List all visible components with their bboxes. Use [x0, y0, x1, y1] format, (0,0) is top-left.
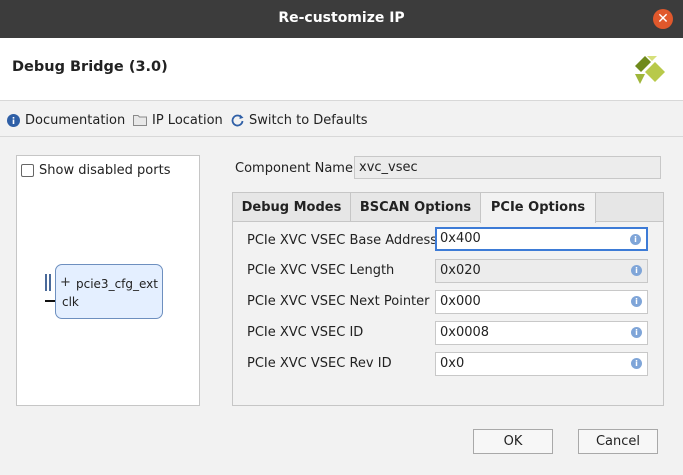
param-value: 0x400	[440, 231, 481, 246]
window-title: Re-customize IP	[278, 10, 405, 26]
param-field-vsec-id[interactable]: 0x0008 i	[435, 321, 648, 345]
tab-pcie-options[interactable]: PCIe Options	[480, 193, 596, 223]
refresh-icon	[231, 114, 244, 126]
tab-strip: Debug Modes BSCAN Options PCIe Options	[233, 193, 663, 223]
param-label-rev-id: PCIe XVC VSEC Rev ID	[247, 356, 392, 371]
bus-interface-connector	[45, 274, 51, 291]
toolbar: Documentation IP Location Switch to Defa…	[0, 101, 683, 137]
ip-header: Debug Bridge (3.0)	[0, 38, 683, 101]
close-icon[interactable]: ✕	[653, 9, 673, 29]
show-disabled-ports-checkbox[interactable]: Show disabled ports	[21, 163, 170, 178]
info-icon[interactable]: i	[631, 358, 642, 369]
show-disabled-ports-label: Show disabled ports	[39, 163, 171, 178]
ok-button[interactable]: OK	[473, 429, 553, 454]
param-field-length: 0x020 i	[435, 259, 648, 283]
clk-port-label: clk	[62, 295, 79, 309]
tab-debug-modes[interactable]: Debug Modes	[233, 193, 351, 222]
param-label-next-pointer: PCIe XVC VSEC Next Pointer	[247, 294, 430, 309]
component-name-field[interactable]: xvc_vsec	[354, 156, 661, 179]
param-field-rev-id[interactable]: 0x0 i	[435, 352, 648, 376]
info-circle-icon	[7, 113, 20, 127]
param-label-vsec-id: PCIe XVC VSEC ID	[247, 325, 364, 340]
bus-port-label: pcie3_cfg_ext	[76, 277, 158, 291]
param-label-base-address: PCIe XVC VSEC Base Address	[247, 233, 438, 248]
documentation-label: Documentation	[25, 112, 126, 128]
checkbox-box[interactable]	[21, 164, 34, 177]
switch-to-defaults-button[interactable]: Switch to Defaults	[231, 110, 368, 130]
param-value: 0x0	[440, 356, 465, 371]
param-value: 0x0008	[440, 325, 490, 340]
clk-port-wire	[45, 300, 55, 302]
ip-name: Debug Bridge (3.0)	[12, 59, 168, 75]
symbol-panel: Show disabled ports + pcie3_cfg_ext clk	[16, 155, 200, 406]
switch-to-defaults-label: Switch to Defaults	[249, 112, 368, 128]
info-icon[interactable]: i	[631, 327, 642, 338]
folder-icon	[133, 115, 147, 126]
param-label-length: PCIe XVC VSEC Length	[247, 263, 395, 278]
info-icon[interactable]: i	[630, 234, 641, 245]
param-field-base-address[interactable]: 0x400 i	[435, 227, 648, 251]
xilinx-logo-icon	[635, 56, 665, 84]
info-icon[interactable]: i	[631, 265, 642, 276]
tab-bscan-options[interactable]: BSCAN Options	[351, 193, 481, 222]
cancel-button[interactable]: Cancel	[578, 429, 658, 454]
documentation-button[interactable]: Documentation	[7, 110, 125, 130]
expand-icon[interactable]: +	[60, 275, 71, 290]
ip-location-label: IP Location	[152, 112, 223, 128]
param-field-next-pointer[interactable]: 0x000 i	[435, 290, 648, 314]
ip-symbol-block: + pcie3_cfg_ext clk	[55, 264, 163, 319]
component-name-label: Component Name	[235, 161, 353, 176]
ip-location-button[interactable]: IP Location	[133, 110, 223, 130]
param-value: 0x020	[440, 263, 481, 278]
info-icon[interactable]: i	[631, 296, 642, 307]
param-value: 0x000	[440, 294, 481, 309]
title-bar: Re-customize IP ✕	[0, 0, 683, 38]
